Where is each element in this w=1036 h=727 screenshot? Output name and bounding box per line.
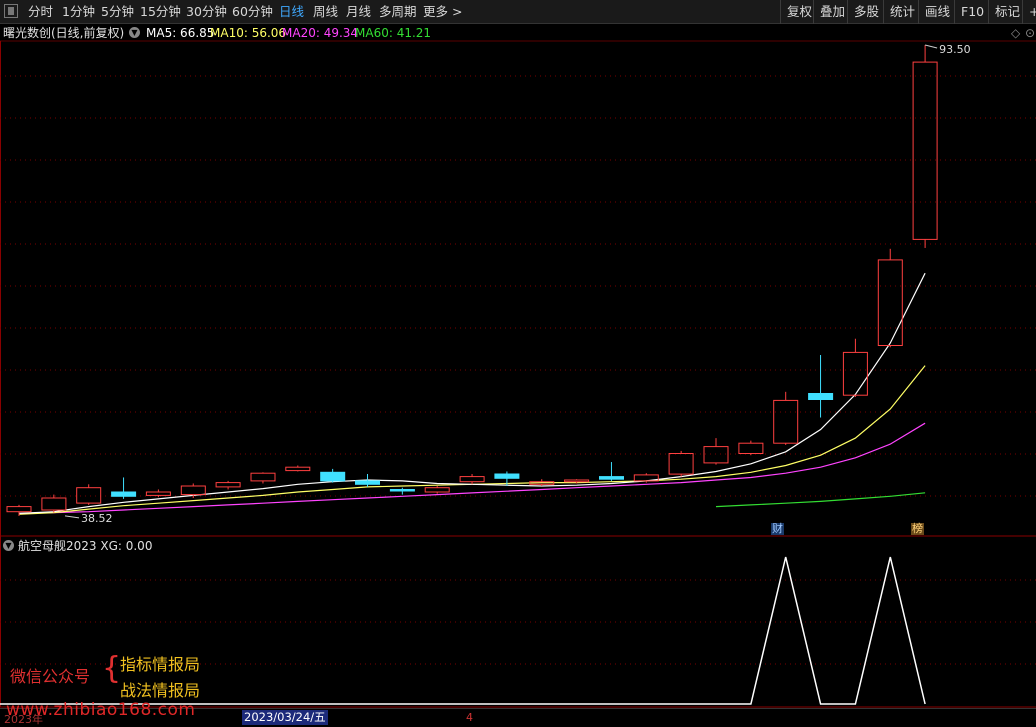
indicator-title[interactable]: 航空母舰2023 XG: 0.00 — [18, 538, 152, 554]
low-price-label: 38.52 — [81, 512, 113, 525]
candle-up — [145, 491, 171, 496]
candle-up — [842, 351, 868, 396]
high-price-label: 93.50 — [939, 43, 971, 56]
candle-up — [564, 479, 590, 483]
candle-up — [459, 476, 485, 483]
candle-down — [355, 480, 380, 485]
ranking-marker[interactable]: 榜 — [911, 523, 924, 535]
ma60-label: MA60: 41.21 — [355, 26, 432, 40]
watermark-name1: 指标情报局 — [120, 655, 201, 674]
date-axis-highlight: 2023/03/24/五 — [242, 710, 328, 725]
candle-up — [76, 487, 102, 504]
stock-title[interactable]: 曙光数创(日线,前复权) — [3, 25, 124, 41]
candle-up — [285, 466, 311, 472]
candle-up — [180, 485, 206, 496]
candle-up — [668, 453, 694, 475]
low-pointer — [64, 515, 80, 519]
watermark-name2: 战法情报局 — [120, 681, 201, 700]
watermark-account-label: 微信公众号 — [10, 667, 91, 686]
candle-down — [808, 393, 834, 400]
kline-chart[interactable]: 93.50 38.52 — [0, 0, 1036, 727]
candle-down — [494, 473, 520, 479]
candle-up — [912, 61, 938, 240]
financial-report-marker[interactable]: 财 — [771, 523, 784, 535]
candle-up — [877, 259, 903, 346]
candle-up — [773, 399, 799, 444]
candle-up — [424, 487, 450, 493]
high-pointer — [924, 44, 938, 49]
ma60-line — [715, 492, 926, 508]
candle-up — [250, 472, 276, 482]
diamond-icon[interactable]: ◇ — [1011, 25, 1020, 41]
candle-up — [738, 442, 764, 455]
candle-down — [389, 489, 415, 492]
candle-up — [703, 446, 729, 464]
candle-down — [320, 471, 346, 482]
chevron-down-icon[interactable]: ▼ — [3, 540, 14, 551]
ma5-line — [18, 272, 926, 514]
ma5-label: MA5: 66.85 — [146, 26, 215, 40]
ma20-label: MA20: 49.34 — [282, 26, 359, 40]
candle-down — [111, 491, 137, 497]
ma20-line — [18, 422, 926, 514]
candle-down — [599, 476, 624, 480]
ma10-label: MA10: 56.06 — [210, 26, 287, 40]
chevron-down-icon[interactable]: ▼ — [129, 27, 140, 38]
candle-up — [6, 506, 32, 513]
candle-up — [41, 497, 67, 511]
settings-icon[interactable]: ⊙ — [1025, 25, 1035, 41]
candle-up — [215, 482, 241, 488]
watermark-brace: { — [102, 651, 122, 686]
date-axis-right: 4 — [466, 711, 473, 724]
watermark-url: www.zhibiao168.com — [6, 700, 196, 720]
